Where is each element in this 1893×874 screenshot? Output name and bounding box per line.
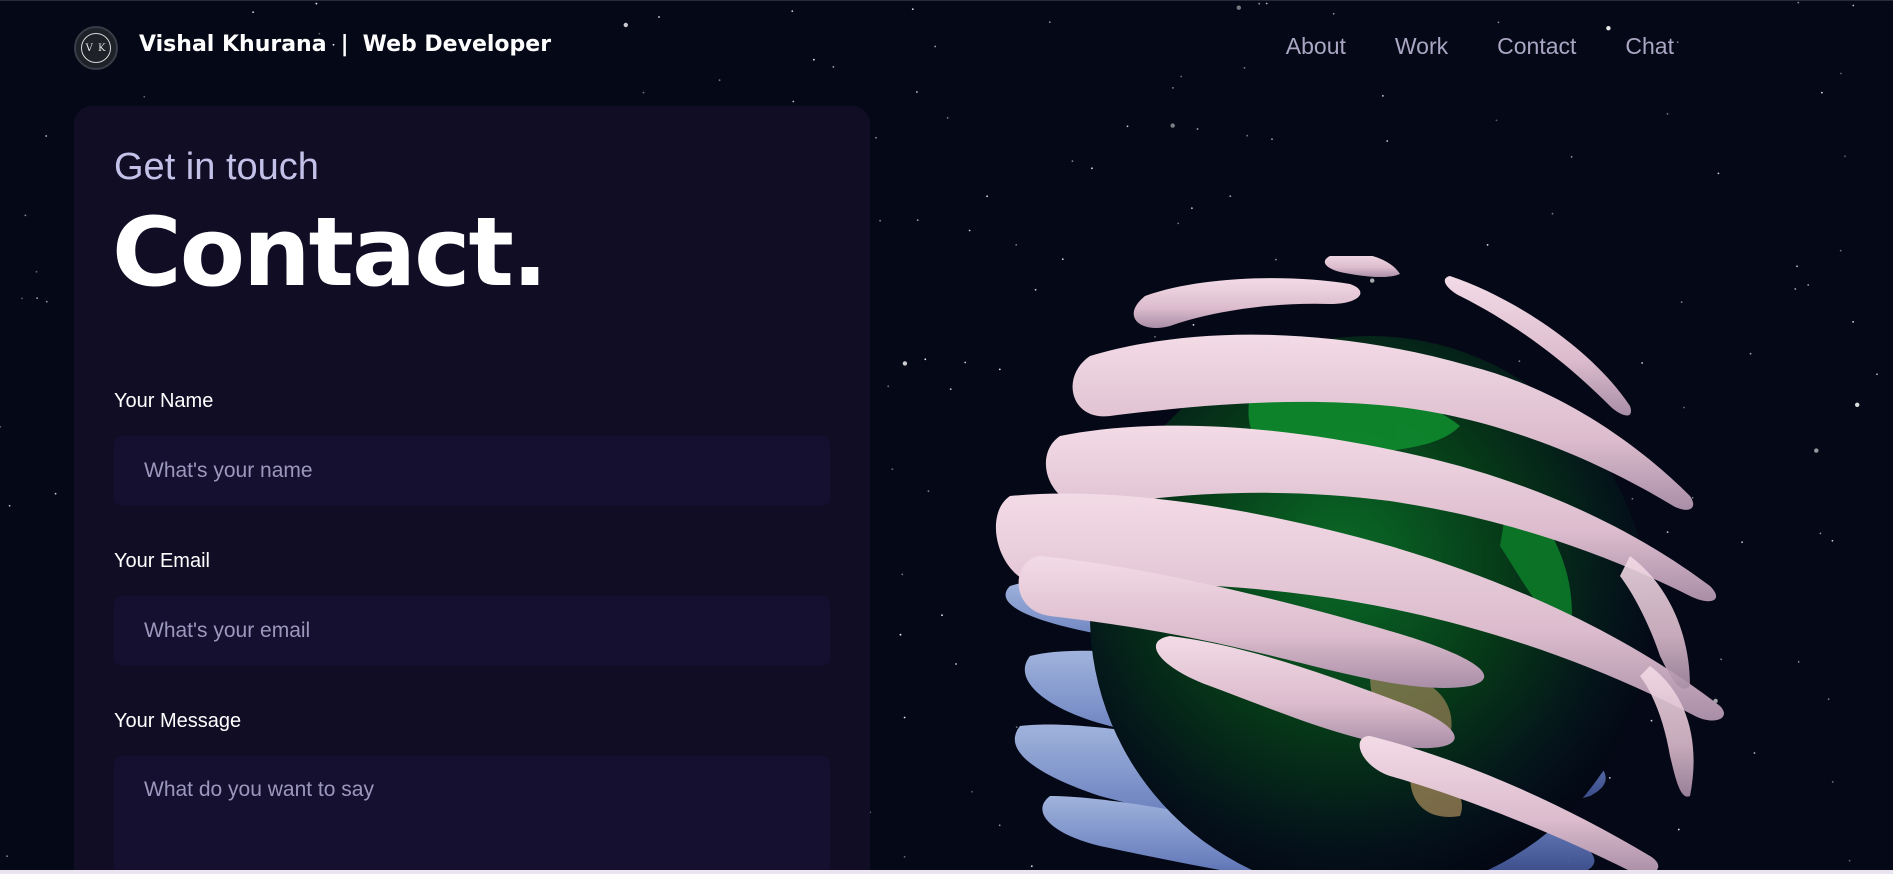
star xyxy=(1827,698,1830,700)
nav-link-about[interactable]: About xyxy=(1286,33,1346,60)
bottom-strip xyxy=(0,870,1893,874)
top-nav: V K Vishal Khurana | Web Developer About W… xyxy=(0,1,1893,97)
star xyxy=(986,195,988,198)
star xyxy=(1191,207,1193,210)
star xyxy=(1015,244,1018,246)
star xyxy=(887,385,890,388)
star xyxy=(1796,265,1798,268)
star xyxy=(903,856,906,858)
star xyxy=(1797,661,1800,663)
nav-link-work[interactable]: Work xyxy=(1395,33,1448,60)
star xyxy=(1177,222,1180,225)
star xyxy=(1831,781,1834,783)
star xyxy=(901,573,904,576)
star xyxy=(8,504,11,507)
message-label: Your Message xyxy=(114,710,242,732)
star xyxy=(955,663,957,665)
star xyxy=(949,388,952,390)
star xyxy=(891,468,894,470)
star xyxy=(1819,532,1822,535)
star xyxy=(903,716,906,719)
star xyxy=(1486,244,1489,246)
star xyxy=(924,358,927,361)
contact-title: Contact. xyxy=(112,198,548,308)
star xyxy=(1753,752,1756,754)
star xyxy=(1839,249,1842,252)
nav-links: About Work Contact Chat xyxy=(1286,33,1674,60)
globe-canvas[interactable] xyxy=(990,253,1750,874)
star xyxy=(1196,128,1199,130)
star xyxy=(946,117,949,119)
star xyxy=(1170,123,1175,128)
star xyxy=(1570,156,1573,158)
contact-card: Get in touch Contact. Your Name Your Ema… xyxy=(74,106,870,874)
star xyxy=(1855,402,1860,407)
star xyxy=(971,790,973,793)
star xyxy=(54,492,57,495)
email-input[interactable] xyxy=(114,596,830,666)
brand-title[interactable]: Vishal Khurana | Web Developer xyxy=(139,32,551,57)
star xyxy=(1717,172,1720,175)
star xyxy=(1495,119,1498,122)
brand-role: Web Developer xyxy=(362,32,552,57)
star xyxy=(968,229,971,232)
star xyxy=(1844,155,1846,158)
star xyxy=(1814,448,1819,453)
star xyxy=(1852,321,1854,323)
star xyxy=(1126,125,1129,128)
star xyxy=(21,297,23,300)
star xyxy=(1551,212,1554,215)
logo-icon[interactable]: V K xyxy=(74,26,118,70)
star xyxy=(879,219,881,222)
logo-initials: V K xyxy=(81,33,111,63)
contact-subtitle: Get in touch xyxy=(114,146,319,188)
star xyxy=(964,361,967,364)
star xyxy=(1848,859,1851,862)
star xyxy=(941,614,943,617)
star xyxy=(1876,373,1878,376)
star xyxy=(1071,160,1074,163)
star xyxy=(1807,284,1810,286)
star xyxy=(902,361,908,366)
star xyxy=(1229,195,1232,198)
star xyxy=(6,855,8,858)
star xyxy=(1091,167,1093,170)
brand-name: Vishal Khurana xyxy=(139,32,327,57)
email-label: Your Email xyxy=(114,550,210,572)
star xyxy=(899,633,902,636)
star xyxy=(0,425,2,428)
star xyxy=(1831,539,1834,542)
star xyxy=(1794,288,1797,290)
brand-separator: | xyxy=(340,32,349,57)
star xyxy=(927,490,930,492)
star xyxy=(1271,138,1273,141)
star xyxy=(875,136,877,139)
star xyxy=(1666,113,1669,115)
star xyxy=(35,270,38,273)
earth-globe-3d xyxy=(995,253,1724,874)
name-label: Your Name xyxy=(114,390,214,412)
star xyxy=(45,300,48,303)
nav-link-chat[interactable]: Chat xyxy=(1625,33,1674,60)
star xyxy=(36,297,38,299)
star xyxy=(792,100,795,103)
star xyxy=(24,214,27,217)
star xyxy=(45,135,48,137)
name-input[interactable] xyxy=(114,436,830,506)
star xyxy=(916,219,919,222)
nav-link-contact[interactable]: Contact xyxy=(1497,33,1576,60)
star xyxy=(1386,140,1389,142)
star xyxy=(1246,134,1249,137)
message-textarea[interactable] xyxy=(114,756,830,874)
contact-page: V K Vishal Khurana | Web Developer About W… xyxy=(0,0,1893,874)
